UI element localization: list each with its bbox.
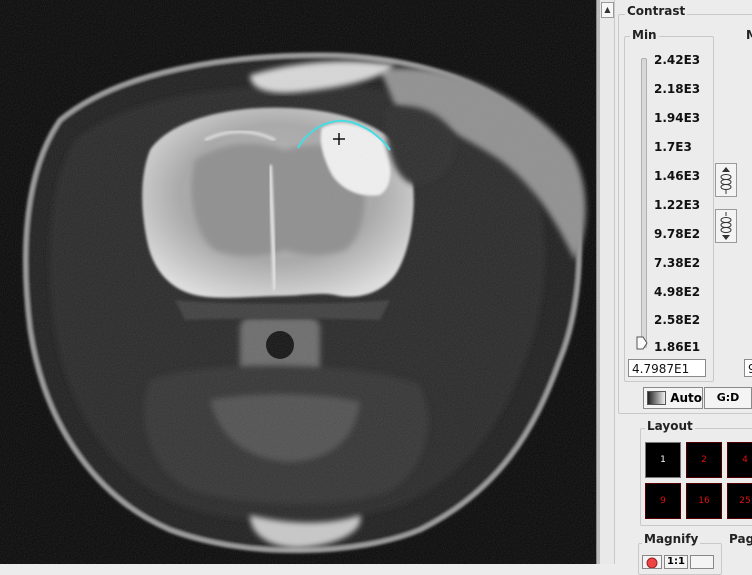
page-title: Pag <box>729 532 752 546</box>
tick-label: 7.38E2 <box>654 256 701 270</box>
coil-up-icon <box>720 167 732 194</box>
min-slider-thumb[interactable] <box>636 336 648 350</box>
tick-label: 1.94E3 <box>654 111 701 125</box>
arrow-up-icon[interactable]: ▲ <box>601 2 614 18</box>
vertical-scrollbar[interactable]: ▲ <box>600 0 615 564</box>
layout-title: Layout <box>645 419 695 433</box>
zoom-level-button[interactable]: 1:1 <box>664 555 688 569</box>
swap-contrast-button[interactable]: G:D <box>704 387 752 409</box>
decrease-contrast-button[interactable] <box>715 209 737 243</box>
zoom-in-icon <box>646 557 658 569</box>
layout-cell-9[interactable]: 9 <box>645 483 681 519</box>
contrast-title: Contrast <box>625 4 688 18</box>
increase-contrast-button[interactable] <box>715 163 737 197</box>
layout-cell-25[interactable]: 25 <box>727 483 752 519</box>
max-value-field[interactable]: 9 <box>744 359 752 377</box>
tick-label: 4.98E2 <box>654 285 701 299</box>
zoom-in-button[interactable] <box>642 555 662 569</box>
gradient-swatch-icon <box>647 391 667 405</box>
auto-label: Auto <box>670 391 702 405</box>
tick-label: 2.42E3 <box>654 53 701 67</box>
min-title: Min <box>630 28 659 42</box>
tick-label: 1.86E1 <box>654 340 701 354</box>
coil-down-icon <box>720 212 732 240</box>
mri-brain-image <box>0 0 596 564</box>
tick-label: 1.7E3 <box>654 140 692 154</box>
layout-cell-2[interactable]: 2 <box>686 442 722 478</box>
tick-label: 1.22E3 <box>654 198 701 212</box>
layout-cell-1[interactable]: 1 <box>645 442 681 478</box>
layout-cell-16[interactable]: 16 <box>686 483 722 519</box>
max-title: M <box>746 28 752 42</box>
zoom-out-button[interactable] <box>690 555 714 569</box>
min-value-field[interactable]: 4.7987E1 <box>628 359 706 377</box>
tick-label: 1.46E3 <box>654 169 701 183</box>
min-slider-track[interactable] <box>641 58 647 348</box>
layout-cell-4[interactable]: 4 <box>727 442 752 478</box>
image-viewer[interactable] <box>0 0 596 564</box>
tick-label: 2.18E3 <box>654 82 701 96</box>
magnify-title: Magnify <box>642 532 701 546</box>
tick-label: 2.58E2 <box>654 313 701 327</box>
tick-label: 9.78E2 <box>654 227 701 241</box>
auto-contrast-button[interactable]: Auto <box>643 387 703 409</box>
